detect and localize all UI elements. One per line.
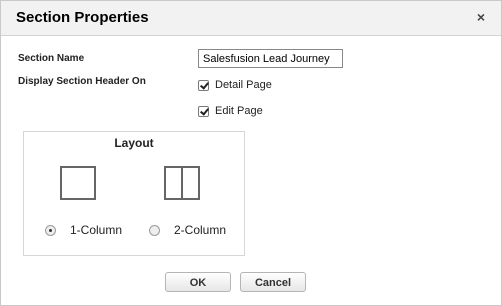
section-name-input[interactable] <box>198 49 343 68</box>
edit-page-option[interactable]: Edit Page <box>198 105 263 117</box>
edit-page-label: Edit Page <box>215 105 263 117</box>
two-column-option[interactable]: 2-Column <box>149 223 226 237</box>
detail-page-label: Detail Page <box>215 79 272 91</box>
section-name-label: Section Name <box>18 53 85 64</box>
display-header-label: Display Section Header On <box>18 76 146 87</box>
one-column-label: 1-Column <box>70 223 123 237</box>
ok-button[interactable]: OK <box>165 272 231 292</box>
layout-panel: Layout 1-Column 2-Column <box>23 131 245 256</box>
one-column-icon[interactable] <box>60 166 96 200</box>
detail-page-option[interactable]: Detail Page <box>198 79 272 91</box>
two-column-radio[interactable] <box>149 224 160 236</box>
edit-page-checkbox[interactable] <box>198 105 209 117</box>
layout-title: Layout <box>114 136 154 150</box>
one-column-option[interactable]: 1-Column <box>45 223 122 237</box>
one-column-radio[interactable] <box>45 224 56 236</box>
two-column-icon[interactable] <box>164 166 200 200</box>
close-icon[interactable]: × <box>477 9 485 25</box>
cancel-button[interactable]: Cancel <box>240 272 306 292</box>
dialog-header: Section Properties × <box>1 1 501 36</box>
two-column-label: 2-Column <box>174 223 227 237</box>
section-properties-dialog: Section Properties × Section Name Displa… <box>0 0 502 306</box>
detail-page-checkbox[interactable] <box>198 79 209 91</box>
dialog-title: Section Properties <box>16 9 149 26</box>
